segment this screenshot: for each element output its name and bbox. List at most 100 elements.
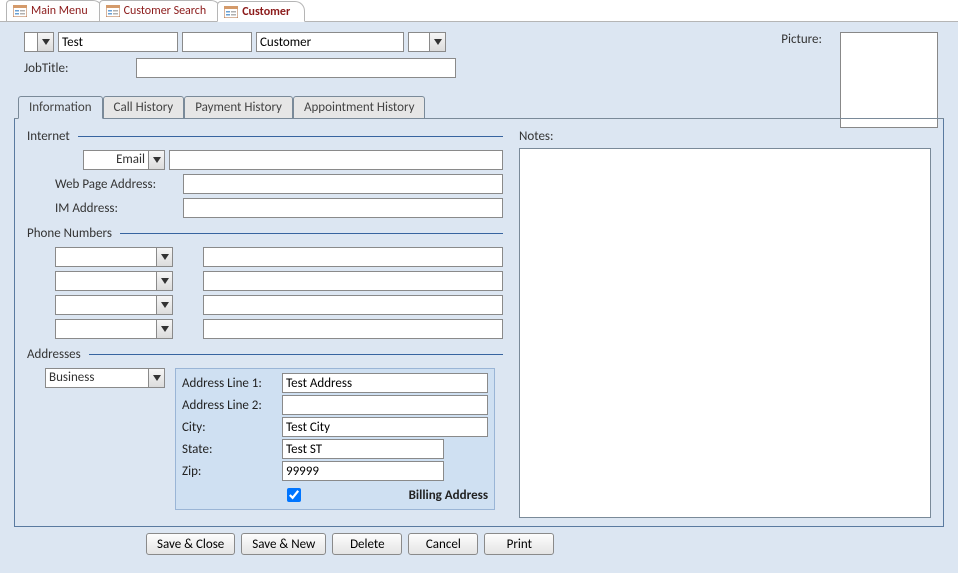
address-line1-label: Address Line 1: — [182, 376, 278, 391]
address-line2-input[interactable] — [282, 395, 488, 415]
dropdown-arrow-icon — [37, 33, 53, 51]
doc-tab-label: Main Menu — [31, 4, 88, 18]
dropdown-arrow-icon — [156, 296, 172, 314]
email-type-value: Email — [84, 151, 148, 169]
im-input[interactable] — [183, 198, 503, 218]
address-line2-label: Address Line 2: — [182, 398, 278, 413]
cancel-button[interactable]: Cancel — [408, 533, 478, 555]
state-label: State: — [182, 442, 278, 457]
email-input[interactable] — [169, 150, 503, 170]
first-name-input[interactable] — [58, 32, 178, 52]
phone-number-input[interactable] — [203, 295, 503, 315]
phone-type-combo[interactable] — [55, 295, 173, 315]
dropdown-arrow-icon — [429, 33, 445, 51]
phone-type-combo[interactable] — [55, 247, 173, 267]
phone-row — [27, 271, 503, 291]
notes-textarea[interactable] — [519, 148, 931, 518]
title-value — [25, 33, 37, 51]
document-tab-bar: Main Menu Customer Search Customer — [0, 0, 958, 22]
phone-row — [27, 295, 503, 315]
save-close-button[interactable]: Save & Close — [146, 533, 235, 555]
dropdown-arrow-icon — [148, 151, 164, 169]
last-name-input[interactable] — [256, 32, 404, 52]
billing-checkbox[interactable] — [186, 488, 402, 502]
jobtitle-input[interactable] — [136, 58, 456, 78]
phone-type-combo[interactable] — [55, 319, 173, 339]
picture-label: Picture: — [781, 32, 822, 47]
doc-tab-customer-search[interactable]: Customer Search — [99, 0, 222, 21]
phone-type-value — [56, 320, 156, 338]
internet-group: Internet Email Web Page Address: — [27, 129, 503, 218]
notes-label: Notes: — [519, 129, 931, 144]
dropdown-arrow-icon — [156, 272, 172, 290]
webpage-row: Web Page Address: — [27, 174, 503, 194]
phone-number-input[interactable] — [203, 247, 503, 267]
jobtitle-label: JobTitle: — [24, 61, 68, 76]
form-icon — [106, 5, 120, 17]
webpage-label: Web Page Address: — [27, 177, 177, 192]
zip-row: Zip: — [182, 461, 488, 481]
sub-tab-bar: Information Call History Payment History… — [14, 96, 944, 119]
button-row: Save & Close Save & New Delete Cancel Pr… — [14, 527, 944, 555]
phone-row — [27, 319, 503, 339]
im-row: IM Address: — [27, 198, 503, 218]
im-label: IM Address: — [27, 201, 177, 216]
phone-type-value — [56, 248, 156, 266]
phone-type-value — [56, 296, 156, 314]
address-line2-row: Address Line 2: — [182, 395, 488, 415]
zip-label: Zip: — [182, 464, 278, 479]
city-input[interactable] — [282, 417, 488, 437]
phone-number-input[interactable] — [203, 271, 503, 291]
state-input[interactable] — [282, 439, 444, 459]
title-combo[interactable] — [24, 32, 54, 52]
address-type-value: Business — [46, 369, 148, 387]
customer-form-window: Main Menu Customer Search Customer — [0, 0, 958, 573]
group-legend: Addresses — [27, 347, 503, 362]
group-legend: Phone Numbers — [27, 226, 503, 241]
addresses-group: Addresses Business Address Line 1: — [27, 347, 503, 510]
billing-label: Billing Address — [409, 488, 488, 503]
left-column: Internet Email Web Page Address: — [27, 129, 503, 518]
phone-group: Phone Numbers — [27, 226, 503, 339]
delete-button[interactable]: Delete — [332, 533, 402, 555]
state-row: State: — [182, 439, 488, 459]
divider-line — [78, 136, 503, 137]
city-label: City: — [182, 420, 278, 435]
sub-tab-information[interactable]: Information — [18, 96, 103, 119]
dropdown-arrow-icon — [156, 248, 172, 266]
information-panel: Internet Email Web Page Address: — [14, 119, 944, 527]
doc-tab-label: Customer — [242, 5, 290, 19]
middle-name-input[interactable] — [182, 32, 252, 52]
right-column: Notes: — [519, 129, 931, 518]
suffix-value — [409, 33, 429, 51]
phone-row — [27, 247, 503, 267]
print-button[interactable]: Print — [484, 533, 554, 555]
dropdown-arrow-icon — [148, 369, 164, 387]
phone-type-combo[interactable] — [55, 271, 173, 291]
address-line1-input[interactable] — [282, 373, 488, 393]
email-type-combo[interactable]: Email — [83, 150, 165, 170]
divider-line — [120, 233, 503, 234]
doc-tab-customer[interactable]: Customer — [217, 1, 305, 22]
sub-tab-appointment-history[interactable]: Appointment History — [293, 96, 426, 118]
suffix-combo[interactable] — [408, 32, 446, 52]
save-new-button[interactable]: Save & New — [241, 533, 326, 555]
webpage-input[interactable] — [183, 174, 503, 194]
doc-tab-label: Customer Search — [124, 4, 207, 18]
sub-tab-call-history[interactable]: Call History — [103, 96, 185, 118]
divider-line — [89, 354, 503, 355]
sub-tab-payment-history[interactable]: Payment History — [184, 96, 293, 118]
internet-legend: Internet — [27, 129, 70, 144]
zip-input[interactable] — [282, 461, 444, 481]
city-row: City: — [182, 417, 488, 437]
doc-tab-main-menu[interactable]: Main Menu — [6, 0, 103, 21]
group-legend: Internet — [27, 129, 503, 144]
address-line1-row: Address Line 1: — [182, 373, 488, 393]
address-body: Business Address Line 1: Address Line 2: — [27, 368, 503, 510]
phone-legend: Phone Numbers — [27, 226, 112, 241]
phone-type-value — [56, 272, 156, 290]
address-type-combo[interactable]: Business — [45, 368, 165, 388]
form-icon — [13, 5, 27, 17]
billing-row: Billing Address — [182, 483, 488, 505]
phone-number-input[interactable] — [203, 319, 503, 339]
